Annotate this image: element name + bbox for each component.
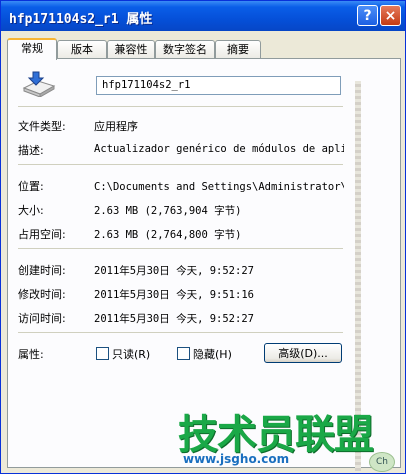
- divider: [18, 164, 343, 165]
- modified-label: 修改时间:: [18, 288, 66, 301]
- divider: [18, 248, 343, 249]
- application-icon: [22, 71, 56, 97]
- location-label: 位置:: [18, 180, 44, 193]
- created-label: 创建时间:: [18, 264, 66, 277]
- hidden-label[interactable]: 隐藏(H): [193, 346, 232, 362]
- title-bar[interactable]: hfp171104s2_r1 属性 ? ×: [1, 1, 405, 31]
- file-name-field[interactable]: hfp171104s2_r1: [96, 76, 341, 95]
- readonly-label[interactable]: 只读(R): [112, 346, 150, 362]
- file-type-value: 应用程序: [94, 120, 138, 133]
- location-value: C:\Documents and Settings\Administrator\…: [94, 181, 344, 193]
- tab-summary[interactable]: 摘要: [215, 40, 261, 58]
- accessed-value: 2011年5月30日 今天, 9:52:27: [94, 313, 254, 325]
- file-type-label: 文件类型:: [18, 120, 66, 133]
- attributes-label: 属性:: [18, 348, 44, 361]
- description-label: 描述:: [18, 144, 44, 157]
- watermark-url: www.jsgho.com: [183, 452, 290, 466]
- window-title: hfp171104s2_r1 属性: [9, 12, 153, 27]
- size-on-disk-label: 占用空间:: [18, 228, 66, 241]
- hidden-checkbox[interactable]: [177, 347, 190, 360]
- close-button[interactable]: ×: [380, 5, 401, 26]
- corner-badge: Ch: [369, 452, 395, 472]
- divider: [18, 106, 343, 107]
- size-label: 大小:: [18, 204, 44, 217]
- size-on-disk-value: 2.63 MB (2,764,800 字节): [94, 229, 242, 241]
- accessed-label: 访问时间:: [18, 312, 66, 325]
- help-button[interactable]: ?: [357, 5, 378, 26]
- description-value: Actualizador genérico de módulos de apli…: [94, 143, 344, 155]
- modified-value: 2011年5月30日 今天, 9:51:16: [94, 289, 254, 301]
- divider: [18, 332, 343, 333]
- created-value: 2011年5月30日 今天, 9:52:27: [94, 265, 254, 277]
- readonly-checkbox[interactable]: [96, 347, 109, 360]
- tab-digital-signature[interactable]: 数字签名: [155, 40, 215, 58]
- tab-general[interactable]: 常规: [7, 38, 57, 60]
- advanced-button[interactable]: 高级(D)...: [264, 343, 342, 363]
- tab-compatibility[interactable]: 兼容性: [107, 40, 155, 58]
- tab-version[interactable]: 版本: [57, 40, 107, 58]
- size-value: 2.63 MB (2,763,904 字节): [94, 205, 242, 217]
